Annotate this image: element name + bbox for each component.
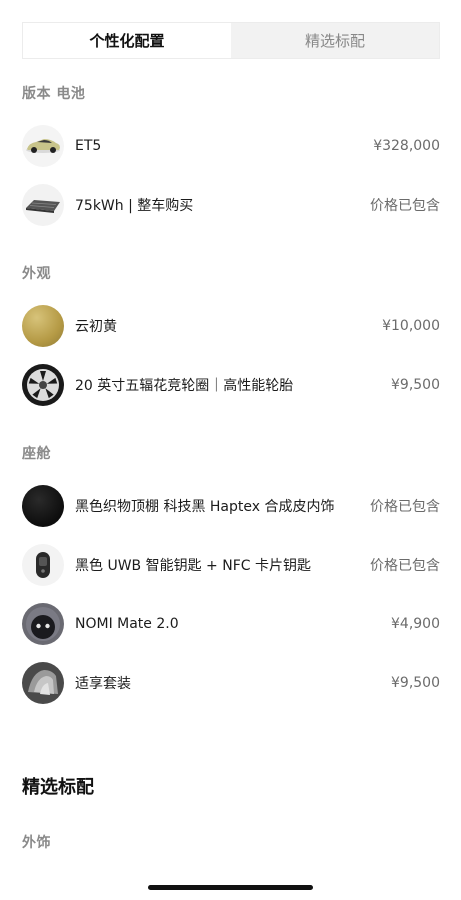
item-price: ¥9,500 (391, 675, 440, 691)
item-name: 20 英寸五辐花竞轮圈｜高性能轮胎 (75, 378, 294, 394)
item-name: ET5 (75, 138, 102, 154)
item-price: ¥4,900 (391, 616, 440, 632)
item-name: NOMI Mate 2.0 (75, 616, 179, 632)
battery-pack-thumbnail-icon (22, 184, 64, 226)
item-price: 价格已包含 (370, 499, 440, 515)
item-name: 黑色织物顶棚 科技黑 Haptex 合成皮内饰 (75, 499, 335, 515)
item-name: 黑色 UWB 智能钥匙 + NFC 卡片钥匙 (75, 558, 311, 574)
item-name: 云初黄 (75, 319, 117, 335)
nomi-robot-thumbnail-icon (22, 603, 64, 645)
item-price: 价格已包含 (370, 198, 440, 214)
home-indicator[interactable] (148, 885, 313, 890)
list-item-battery[interactable]: 75kWh | 整车购买 价格已包含 (22, 184, 440, 226)
car-thumbnail-icon (22, 125, 64, 167)
smart-key-thumbnail-icon (22, 544, 64, 586)
section-label-cabin: 座舱 (22, 446, 51, 462)
section-label-version-battery: 版本 电池 (22, 86, 86, 102)
interior-black-swatch-icon (22, 485, 64, 527)
tab-personalized-config[interactable]: 个性化配置 (23, 23, 231, 58)
tab-standard-config[interactable]: 精选标配 (231, 23, 439, 58)
section-label-exterior-trim: 外饰 (22, 835, 51, 851)
seat-package-thumbnail-icon (22, 662, 64, 704)
paint-swatch-yellow-icon (22, 305, 64, 347)
item-price: ¥9,500 (391, 377, 440, 393)
list-item-smart-key[interactable]: 黑色 UWB 智能钥匙 + NFC 卡片钥匙 价格已包含 (22, 544, 440, 586)
item-name: 适享套装 (75, 676, 131, 692)
item-price: ¥328,000 (373, 138, 440, 154)
list-item-et5[interactable]: ET5 ¥328,000 (22, 125, 440, 167)
item-price: ¥10,000 (382, 318, 440, 334)
list-item-interior[interactable]: 黑色织物顶棚 科技黑 Haptex 合成皮内饰 价格已包含 (22, 485, 440, 527)
item-price: 价格已包含 (370, 558, 440, 574)
section-label-exterior: 外观 (22, 266, 51, 282)
list-item-comfort-package[interactable]: 适享套装 ¥9,500 (22, 662, 440, 704)
list-item-nomi[interactable]: NOMI Mate 2.0 ¥4,900 (22, 603, 440, 645)
item-name: 75kWh | 整车购买 (75, 198, 194, 214)
wheel-rim-thumbnail-icon (22, 364, 64, 406)
list-item-wheels[interactable]: 20 英寸五辐花竞轮圈｜高性能轮胎 ¥9,500 (22, 364, 440, 406)
standard-config-title: 精选标配 (22, 777, 94, 798)
config-tabs: 个性化配置 精选标配 (22, 22, 440, 59)
list-item-paint[interactable]: 云初黄 ¥10,000 (22, 305, 440, 347)
